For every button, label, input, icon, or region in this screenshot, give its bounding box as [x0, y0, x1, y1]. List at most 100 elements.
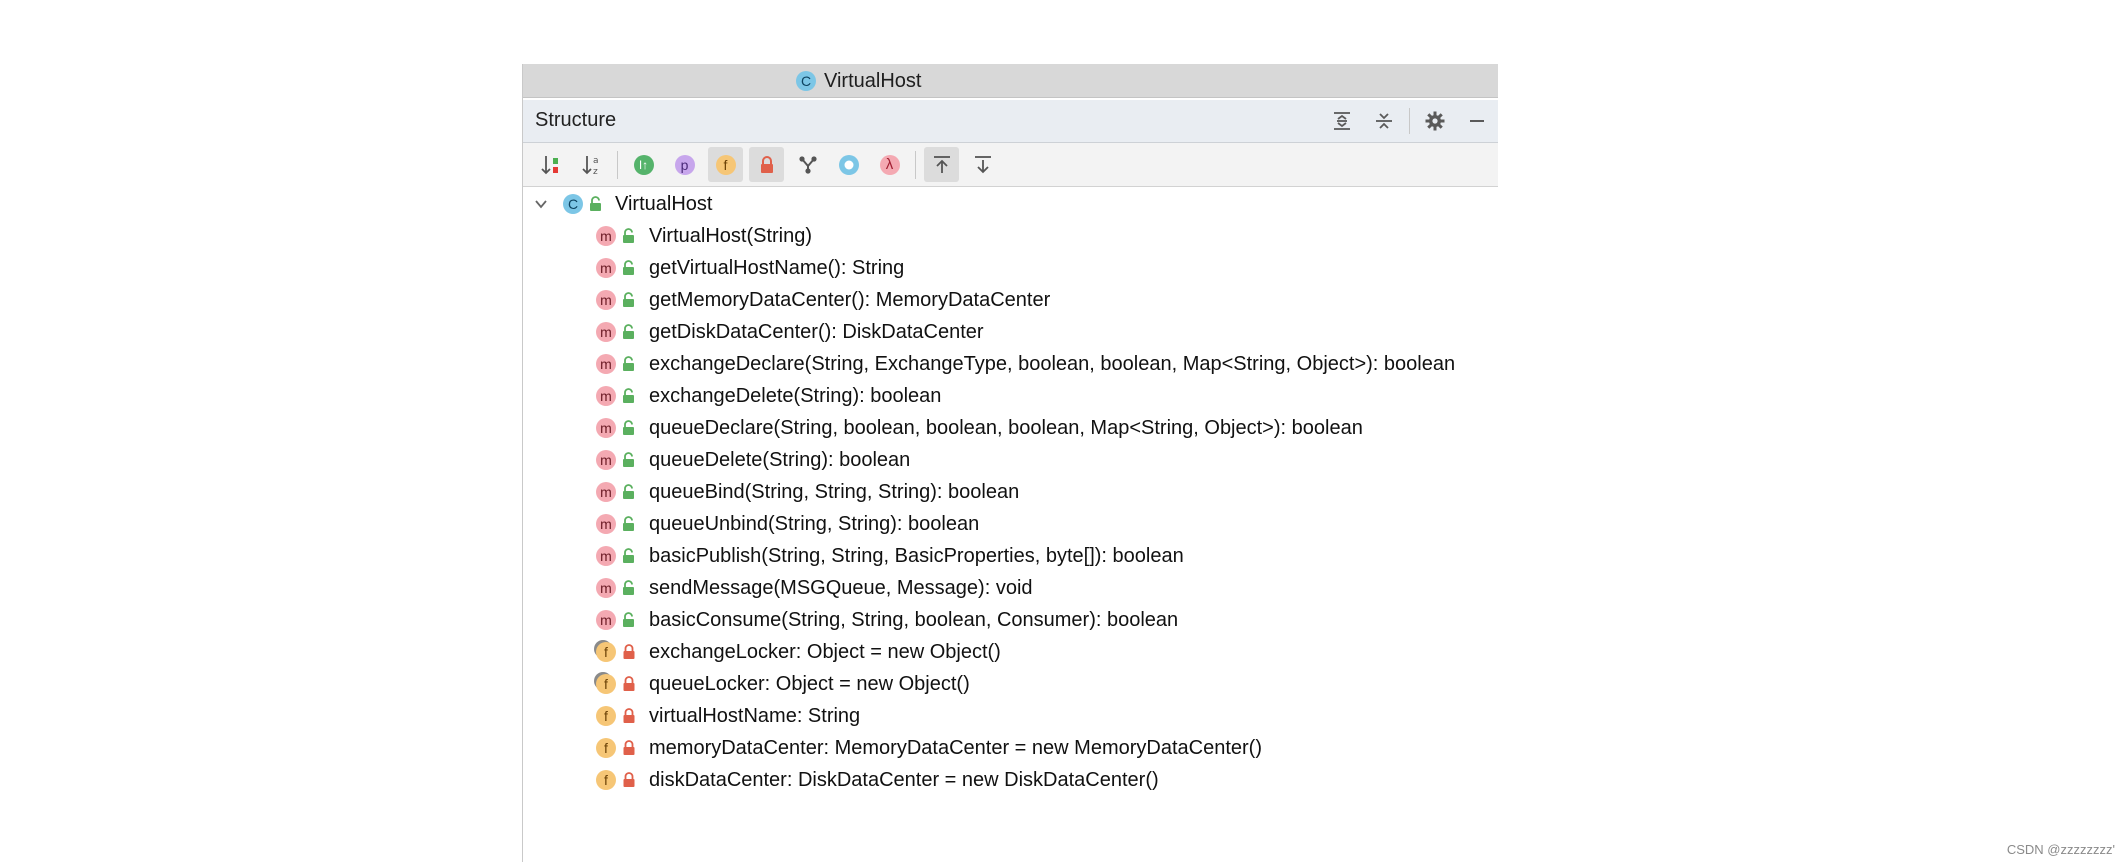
field-icon: f	[596, 642, 616, 662]
toolbar-separator	[915, 150, 916, 179]
method-label: exchangeDelete(String): boolean	[649, 384, 942, 407]
method-row[interactable]: m getDiskDataCenter(): DiskDataCenter	[523, 316, 984, 348]
field-row[interactable]: f memoryDataCenter: MemoryDataCenter = ne…	[523, 732, 1262, 764]
minimize-icon[interactable]	[1456, 100, 1498, 142]
method-icon: m	[596, 546, 616, 566]
method-icon: m	[596, 482, 616, 502]
public-lock-icon	[622, 420, 636, 436]
public-lock-icon	[622, 356, 636, 372]
method-icon: m	[596, 226, 616, 246]
tree-root-label: VirtualHost	[615, 192, 713, 215]
editor-tab[interactable]: C VirtualHost	[796, 70, 921, 92]
show-anonymous-icon[interactable]	[831, 147, 866, 182]
method-row[interactable]: m sendMessage(MSGQueue, Message): void	[523, 572, 1033, 604]
method-row[interactable]: m exchangeDelete(String): boolean	[523, 380, 941, 412]
method-label: queueDeclare(String, boolean, boolean, b…	[649, 416, 1363, 439]
method-label: queueUnbind(String, String): boolean	[649, 512, 980, 535]
field-row[interactable]: f virtualHostName: String	[523, 700, 860, 732]
autoscroll-to-source-icon[interactable]	[924, 147, 959, 182]
sort-by-visibility-icon[interactable]	[533, 147, 568, 182]
method-row[interactable]: m getMemoryDataCenter(): MemoryDataCenter	[523, 284, 1050, 316]
field-icon: f	[596, 770, 616, 790]
method-icon: m	[596, 450, 616, 470]
field-label: memoryDataCenter: MemoryDataCenter = new…	[649, 736, 1262, 759]
editor-tab-title: VirtualHost	[824, 69, 922, 92]
expand-all-icon[interactable]	[1321, 100, 1363, 142]
method-row[interactable]: m getVirtualHostName(): String	[523, 252, 904, 284]
public-lock-icon	[622, 612, 636, 628]
method-label: basicConsume(String, String, boolean, Co…	[649, 608, 1179, 631]
show-lambdas-icon[interactable]: λ	[872, 147, 907, 182]
gear-icon[interactable]	[1414, 100, 1456, 142]
public-lock-icon	[589, 196, 603, 212]
field-row[interactable]: f exchangeLocker: Object = new Object()	[523, 636, 1001, 668]
public-lock-icon	[622, 516, 636, 532]
toolbar-separator	[617, 150, 618, 179]
structure-header: Structure	[523, 100, 1498, 143]
method-row[interactable]: m queueBind(String, String, String): bool…	[523, 476, 1019, 508]
public-lock-icon	[622, 388, 636, 404]
header-separator	[1409, 108, 1410, 134]
structure-tool-window: C VirtualHost Structure az I↑ p f λ C Vi…	[522, 64, 1498, 862]
public-lock-icon	[622, 548, 636, 564]
method-icon: m	[596, 322, 616, 342]
chevron-down-icon[interactable]	[531, 197, 551, 211]
method-row[interactable]: m queueDeclare(String, boolean, boolean, …	[523, 412, 1363, 444]
sort-alphabetically-icon[interactable]: az	[574, 147, 609, 182]
method-row[interactable]: m basicConsume(String, String, boolean, C…	[523, 604, 1178, 636]
field-icon: f	[596, 706, 616, 726]
show-inherited-icon[interactable]: I↑	[626, 147, 661, 182]
method-label: queueDelete(String): boolean	[649, 448, 911, 471]
public-lock-icon	[622, 292, 636, 308]
class-icon: C	[796, 71, 816, 91]
method-label: basicPublish(String, String, BasicProper…	[649, 544, 1184, 567]
show-non-public-icon[interactable]	[749, 147, 784, 182]
field-row[interactable]: f queueLocker: Object = new Object()	[523, 668, 970, 700]
structure-toolbar: az I↑ p f λ	[523, 143, 1498, 187]
autoscroll-from-source-icon[interactable]	[965, 147, 1000, 182]
field-icon: f	[596, 674, 616, 694]
private-lock-icon	[622, 644, 636, 660]
watermark: CSDN @zzzzzzzz'	[2006, 842, 2115, 857]
method-label: getMemoryDataCenter(): MemoryDataCenter	[649, 288, 1051, 311]
field-row[interactable]: f diskDataCenter: DiskDataCenter = new Di…	[523, 764, 1159, 796]
private-lock-icon	[622, 772, 636, 788]
method-label: VirtualHost(String)	[649, 224, 813, 247]
method-icon: m	[596, 386, 616, 406]
method-icon: m	[596, 610, 616, 630]
method-label: exchangeDeclare(String, ExchangeType, bo…	[649, 352, 1456, 375]
method-row[interactable]: m exchangeDeclare(String, ExchangeType, b…	[523, 348, 1455, 380]
method-row[interactable]: m queueUnbind(String, String): boolean	[523, 508, 979, 540]
method-icon: m	[596, 418, 616, 438]
private-lock-icon	[622, 676, 636, 692]
method-row[interactable]: m queueDelete(String): boolean	[523, 444, 910, 476]
svg-text:a: a	[593, 156, 599, 166]
public-lock-icon	[622, 324, 636, 340]
svg-text:z: z	[593, 167, 598, 177]
editor-tab-bar: C VirtualHost	[523, 64, 1498, 98]
method-label: sendMessage(MSGQueue, Message): void	[649, 576, 1033, 599]
method-label: queueBind(String, String, String): boole…	[649, 480, 1020, 503]
method-label: getDiskDataCenter(): DiskDataCenter	[649, 320, 984, 343]
method-label: getVirtualHostName(): String	[649, 256, 905, 279]
field-icon: f	[596, 738, 616, 758]
public-lock-icon	[622, 452, 636, 468]
field-label: diskDataCenter: DiskDataCenter = new Dis…	[649, 768, 1159, 791]
field-label: virtualHostName: String	[649, 704, 861, 727]
collapse-all-icon[interactable]	[1363, 100, 1405, 142]
private-lock-icon	[622, 708, 636, 724]
private-lock-icon	[622, 740, 636, 756]
tree-root-row[interactable]: C VirtualHost	[523, 188, 712, 220]
field-label: queueLocker: Object = new Object()	[649, 672, 970, 695]
public-lock-icon	[622, 260, 636, 276]
method-row[interactable]: m VirtualHost(String)	[523, 220, 812, 252]
class-icon: C	[563, 194, 583, 214]
method-row[interactable]: m basicPublish(String, String, BasicPrope…	[523, 540, 1184, 572]
method-icon: m	[596, 514, 616, 534]
method-icon: m	[596, 258, 616, 278]
header-actions	[1321, 100, 1498, 142]
show-fields-icon[interactable]: f	[708, 147, 743, 182]
public-lock-icon	[622, 580, 636, 596]
show-properties-icon[interactable]: p	[667, 147, 702, 182]
group-by-hierarchy-icon[interactable]	[790, 147, 825, 182]
